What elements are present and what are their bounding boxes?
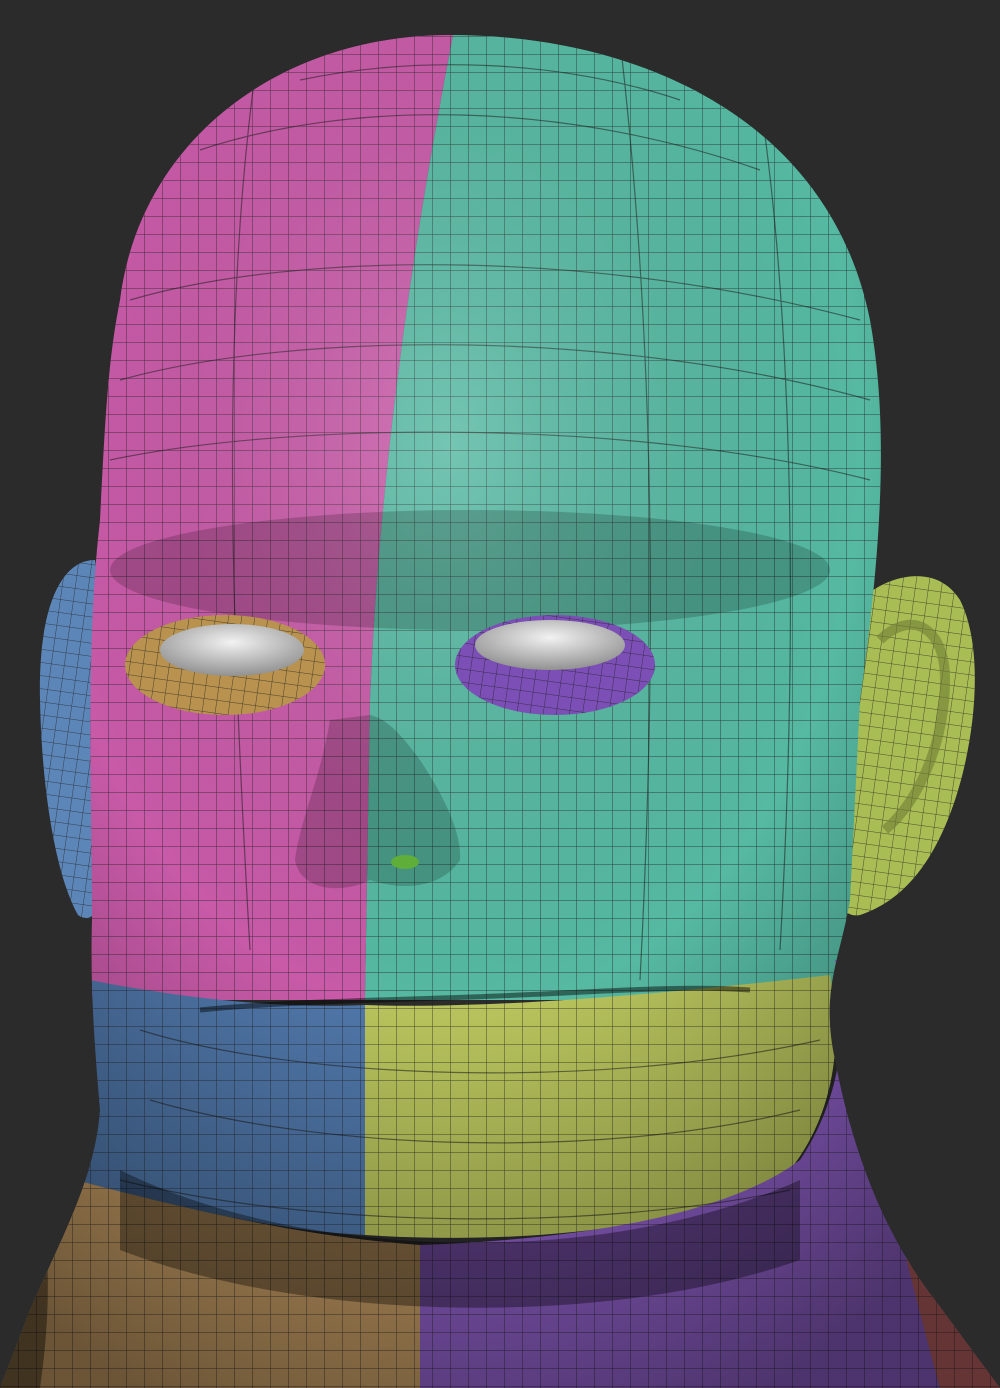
eyeball-left	[475, 620, 625, 670]
eyeball-right	[160, 624, 304, 676]
eye-left	[455, 615, 655, 715]
nostril-polygroup	[391, 855, 419, 869]
head-mesh-render	[0, 0, 1000, 1388]
3d-viewport[interactable]	[0, 0, 1000, 1388]
eye-right	[125, 615, 325, 715]
